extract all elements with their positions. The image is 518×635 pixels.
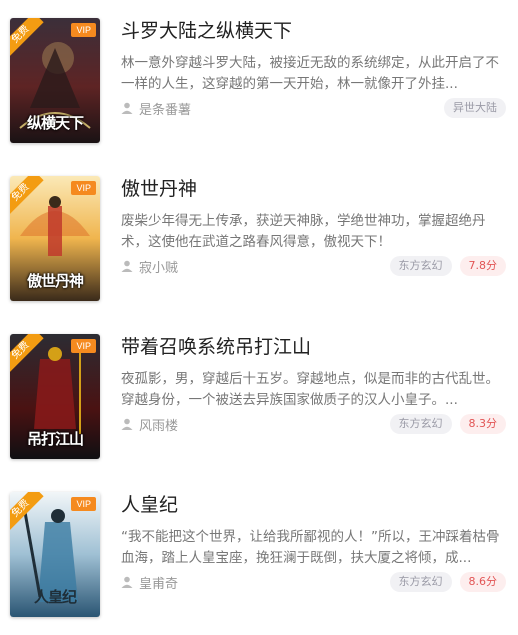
author-name[interactable]: 寂小贼 [139,257,178,276]
book-cover[interactable]: 免费 VIP 人皇纪 [10,492,100,617]
cover-title: 傲世丹神 [26,272,84,290]
author-name[interactable]: 皇甫奇 [139,573,178,592]
vip-badge: VIP [71,23,96,37]
author-row: 风雨楼 [121,414,178,434]
book-item[interactable]: 免费 VIP 吊打江山 带着召唤系统吊打江山 夜孤影，男，穿越后十五岁。穿越地点… [0,316,518,466]
book-item[interactable]: 免费 VIP 人皇纪 人皇纪 “我不能把这个世界，让给我所鄙视的人！”所以，王冲… [0,474,518,624]
cover-title: 人皇纪 [33,588,77,606]
cover-title: 纵横天下 [26,114,84,132]
book-title[interactable]: 斗罗大陆之纵横天下 [121,16,292,43]
user-icon [121,576,133,588]
book-tags: 东方玄幻 8.3分 [389,414,506,434]
book-item[interactable]: 免费 VIP 傲世丹神 傲世丹神 废柴少年得无上传承，获逆天神脉，学绝世神功，掌… [0,158,518,308]
book-description: 废柴少年得无上传承，获逆天神脉，学绝世神功，掌握超绝丹术，这使他在武道之路春风得… [121,213,486,250]
category-tag[interactable]: 东方玄幻 [389,414,452,434]
book-title[interactable]: 傲世丹神 [121,174,197,201]
user-icon [121,260,133,272]
book-tags: 东方玄幻 7.8分 [389,256,506,276]
score-tag: 8.3分 [459,414,506,434]
book-description: “我不能把这个世界，让给我所鄙视的人！”所以，王冲踩着枯骨血海，踏上人皇宝座，挽… [121,529,500,566]
book-item[interactable]: 免费 VIP 纵横天下 斗罗大陆之纵横天下 林一意外穿越斗罗大陆，被接近无敌的系… [0,0,518,150]
book-cover[interactable]: 免费 VIP 吊打江山 [10,334,100,459]
author-name[interactable]: 风雨楼 [139,415,178,434]
book-description: 林一意外穿越斗罗大陆，被接近无敌的系统绑定，从此开启了不一样的人生，这穿越的第一… [121,55,499,92]
score-tag: 8.6分 [459,572,506,592]
book-cover[interactable]: 免费 VIP 纵横天下 [10,18,100,143]
book-tags: 东方玄幻 8.6分 [389,572,506,592]
author-row: 寂小贼 [121,256,178,276]
score-tag: 7.8分 [459,256,506,276]
category-tag[interactable]: 东方玄幻 [389,572,452,592]
vip-badge: VIP [71,339,96,353]
author-name[interactable]: 是条番薯 [139,99,191,118]
cover-title: 吊打江山 [26,430,84,448]
book-title[interactable]: 带着召唤系统吊打江山 [121,332,311,359]
book-cover[interactable]: 免费 VIP 傲世丹神 [10,176,100,301]
vip-badge: VIP [71,497,96,511]
book-title[interactable]: 人皇纪 [121,490,178,517]
author-row: 是条番薯 [121,98,191,118]
book-list: 免费 VIP 纵横天下 斗罗大陆之纵横天下 林一意外穿越斗罗大陆，被接近无敌的系… [0,0,518,635]
book-tags: 异世大陆 [444,98,506,118]
book-description: 夜孤影，男，穿越后十五岁。穿越地点，似是而非的古代乱世。穿越身份，一个被送去异族… [121,371,499,408]
category-tag[interactable]: 异世大陆 [444,98,506,118]
category-tag[interactable]: 东方玄幻 [389,256,452,276]
vip-badge: VIP [71,181,96,195]
user-icon [121,102,133,114]
author-row: 皇甫奇 [121,572,178,592]
user-icon [121,418,133,430]
